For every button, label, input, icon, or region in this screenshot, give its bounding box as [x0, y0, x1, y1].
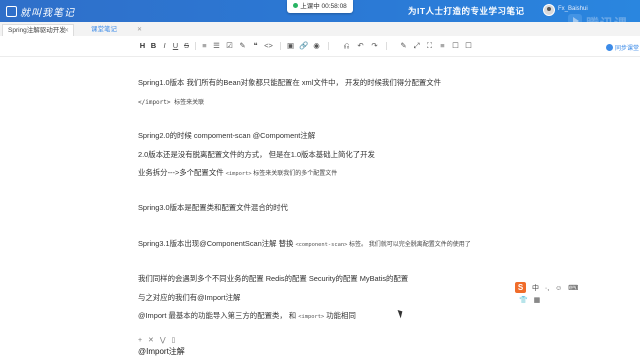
class-timer: 上课中 00:58:08 — [287, 0, 353, 13]
sync-label: 同步课堂 — [615, 46, 640, 52]
inline-code: <import> — [225, 171, 252, 177]
note-line: Spring3.1版本出现@ComponentScan注解 替换 <compon… — [138, 238, 471, 249]
logo-text: 就叫我笔记 — [20, 8, 75, 19]
toolbar-divider — [195, 42, 196, 50]
note-line: @Import 最基本的功能导入第三方的配置类， 和 <import> 功能相同 — [138, 310, 356, 321]
timer-label: 上课中 00:58:08 — [300, 3, 347, 10]
ordered-list-button[interactable]: ≡ — [200, 41, 209, 51]
edit-button[interactable]: ✎ — [399, 41, 408, 51]
tab-bar: Spring注解驱动开发 ✕ 课堂笔记 ✕ — [0, 22, 640, 37]
preview-button[interactable]: ⎌ — [342, 41, 351, 51]
note-line: Spring1.0版本 我们所有的Bean对象都只能配置在 xml文件中， 开发… — [138, 78, 442, 87]
outline-button[interactable]: ≡ — [438, 41, 447, 51]
link-button[interactable]: 🔗 — [299, 41, 308, 51]
split-view-button[interactable]: ☐ — [464, 41, 473, 51]
toolbar-divider — [386, 42, 387, 50]
note-line: Spring3.0版本是配置类和配置文件混合的时代 — [138, 203, 288, 212]
quote-button[interactable]: ❝ — [251, 41, 260, 51]
ime-emoji-icon[interactable]: ☺ — [555, 285, 562, 292]
close-icon[interactable]: ✕ — [137, 24, 142, 36]
toolbar-divider — [328, 42, 329, 50]
text-span: 标签。 我们就可以完全脱离配置文件的使用了 — [347, 242, 471, 248]
ime-keyboard-icon[interactable]: ⌨ — [568, 285, 578, 292]
mouse-pointer-icon — [397, 308, 405, 319]
ime-skin-icon[interactable]: 👕 — [519, 297, 528, 304]
tab-label: 课堂笔记 — [91, 26, 117, 33]
italic-button[interactable]: I — [160, 41, 169, 51]
header-slogan: 为IT人士打造的专业学习笔记 — [408, 6, 525, 16]
bold-button[interactable]: B — [149, 41, 158, 51]
cloud-icon — [606, 44, 613, 51]
note-line: 与之对应的我们有@Import注解 — [138, 293, 241, 302]
unordered-list-button[interactable]: ☰ — [212, 41, 221, 51]
live-status-icon — [293, 3, 299, 8]
underline-button[interactable]: U — [171, 41, 180, 51]
layout-button[interactable]: ☐ — [451, 41, 460, 51]
avatar[interactable] — [543, 4, 555, 16]
note-line: 2.0版本还是没有脱离配置文件的方式， 但是在1.0版本基础上简化了开发 — [138, 150, 375, 159]
redo-button[interactable]: ↷ — [370, 41, 379, 51]
undo-button[interactable]: ↶ — [356, 41, 365, 51]
text-span: 标签来关联我们的多个配置文件 — [251, 171, 338, 177]
tab-class-notes[interactable]: 课堂笔记 ✕ — [86, 24, 146, 36]
inline-code: <component-scan> — [295, 242, 348, 248]
sync-class-button[interactable]: 同步课堂 — [606, 43, 639, 52]
inline-code: <import> — [298, 314, 325, 320]
heading-button[interactable]: H — [138, 41, 147, 51]
code-button[interactable]: <> — [264, 41, 273, 51]
app-logo[interactable]: 就叫我笔记 — [6, 4, 75, 19]
tab-label: Spring注解驱动开发 — [8, 27, 66, 34]
tab-spring-notes[interactable]: Spring注解驱动开发 ✕ — [2, 24, 74, 36]
text-span: @Import 最基本的功能导入第三方的配置类， 和 — [138, 311, 299, 320]
text-span: 业务拆分--->多个配置文件 — [138, 168, 226, 177]
sogou-logo-icon[interactable]: S — [515, 282, 526, 293]
logo-icon — [6, 6, 17, 17]
block-action-bar[interactable]: + ✕ ⋁ ▯ — [138, 336, 177, 344]
strikethrough-button[interactable]: S — [182, 41, 191, 51]
expand-button[interactable]: ⤢ — [412, 41, 421, 51]
fullscreen-button[interactable]: ⛶ — [425, 41, 434, 51]
ime-menu-icon[interactable]: ▦ — [534, 297, 541, 304]
highlight-button[interactable]: ✎ — [238, 41, 247, 51]
toolbar-divider — [280, 42, 281, 50]
checklist-button[interactable]: ☑ — [225, 41, 234, 51]
text-span: 功能相同 — [324, 311, 356, 320]
editor-toolbar: H B I U S ≡ ☰ ☑ ✎ ❝ <> ▣ 🔗 ◉ ⎌ ↶ ↷ ✎ ⤢ ⛶… — [0, 36, 640, 57]
app-header: 就叫我笔记 上课中 00:58:08 为IT人士打造的专业学习笔记 Fx_Bai… — [0, 0, 640, 22]
note-line: 业务拆分--->多个配置文件 <import> 标签来关联我们的多个配置文件 — [138, 167, 337, 178]
attachment-button[interactable]: ◉ — [312, 41, 321, 51]
note-line: </import> 标签来关联 — [138, 99, 205, 106]
text-span: Spring3.1版本出现@ComponentScan注解 替换 — [138, 239, 296, 248]
table-button[interactable]: ▣ — [286, 41, 295, 51]
note-line: Spring2.0的时候 compoment-scan @Compoment注解 — [138, 131, 316, 140]
ime-toolbar[interactable]: S 中 ·, ☺ ⌨ 👕 ▦ — [515, 282, 585, 304]
ime-punctuation-toggle[interactable]: ·, — [545, 285, 549, 292]
note-line-current[interactable]: @Import注解 — [138, 346, 185, 357]
ime-language-toggle[interactable]: 中 — [532, 285, 539, 292]
note-line: 我们同样的会遇到多个不同业务的配置 Redis的配置 Security的配置 M… — [138, 274, 409, 283]
